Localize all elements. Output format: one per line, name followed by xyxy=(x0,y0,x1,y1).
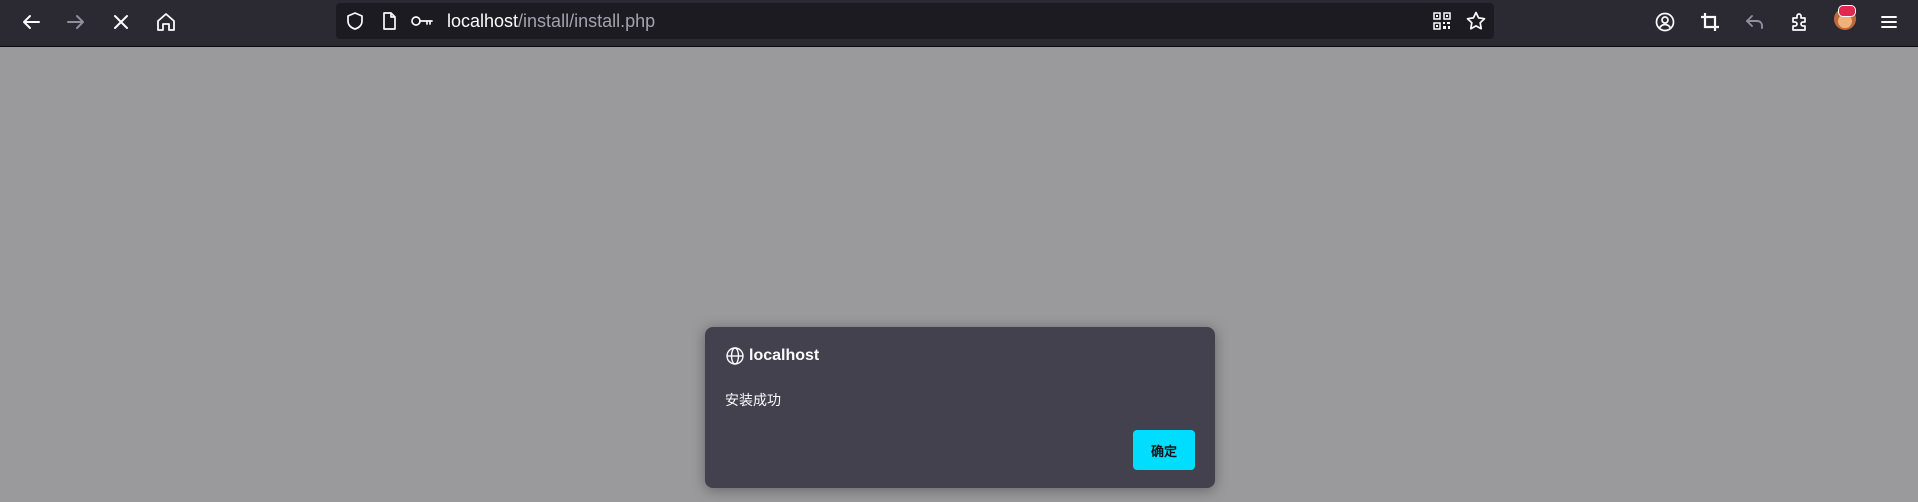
close-icon xyxy=(114,15,128,29)
qr-code-icon xyxy=(1433,12,1451,30)
menu-button[interactable] xyxy=(1873,7,1905,37)
home-button[interactable] xyxy=(150,7,182,37)
url-path: /install/install.php xyxy=(518,11,656,31)
notification-badge xyxy=(1838,5,1856,17)
bookmark-button[interactable] xyxy=(1464,9,1488,33)
dialog-header: localhost xyxy=(725,346,819,366)
url-text[interactable]: localhost/install/install.php xyxy=(447,11,655,31)
dialog-message: 安装成功 xyxy=(725,393,781,409)
account-icon xyxy=(1655,12,1675,32)
alert-dialog: localhost 安装成功 确定 xyxy=(705,327,1215,488)
undo-button[interactable] xyxy=(1739,7,1771,37)
browser-toolbar: localhost/install/install.php xyxy=(0,0,1918,47)
shield-icon xyxy=(347,12,363,30)
arrow-right-icon xyxy=(67,15,84,29)
crop-icon xyxy=(1701,13,1719,31)
star-icon xyxy=(1466,11,1486,30)
screenshot-button[interactable] xyxy=(1694,7,1726,37)
undo-icon xyxy=(1746,15,1763,29)
hamburger-menu-icon xyxy=(1881,16,1897,28)
globe-icon xyxy=(726,347,744,365)
tracking-protection-button[interactable] xyxy=(343,9,367,33)
back-button[interactable] xyxy=(15,7,47,37)
url-host: localhost xyxy=(447,11,519,31)
home-icon xyxy=(157,13,175,31)
qr-code-button[interactable] xyxy=(1430,9,1454,33)
permissions-button[interactable] xyxy=(410,9,434,33)
ok-button[interactable]: 确定 xyxy=(1133,430,1195,470)
stop-button[interactable] xyxy=(105,7,137,37)
page-info-button[interactable] xyxy=(377,9,401,33)
url-bar[interactable]: localhost/install/install.php xyxy=(336,3,1494,39)
account-button[interactable] xyxy=(1649,7,1681,37)
puzzle-icon xyxy=(1792,13,1806,31)
extensions-button[interactable] xyxy=(1784,7,1816,37)
page-icon xyxy=(383,12,396,30)
arrow-left-icon xyxy=(23,15,40,29)
key-icon xyxy=(411,16,433,26)
dialog-title: localhost xyxy=(749,347,820,364)
forward-button[interactable] xyxy=(60,7,92,37)
